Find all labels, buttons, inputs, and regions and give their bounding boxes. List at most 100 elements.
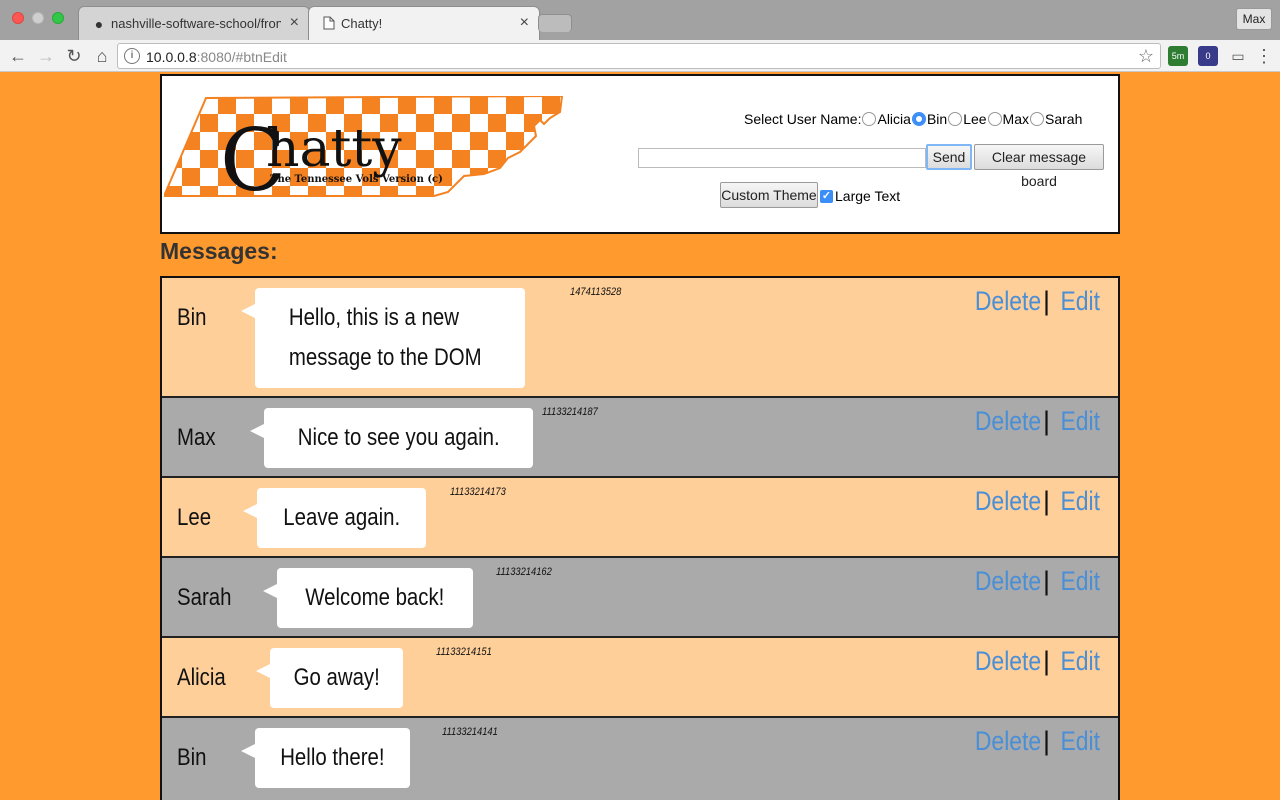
- chatty-logo: C hatty The Tennessee Vols Version (c): [164, 96, 564, 198]
- message-actions: Delete| Edit: [969, 646, 1104, 677]
- delete-link[interactable]: Delete: [975, 286, 1041, 317]
- tab-title: nashville-software-school/fron: [111, 16, 281, 31]
- message-row: Bin Hello there! 11133214141 Delete| Edi…: [162, 718, 1118, 800]
- extension-5m-icon[interactable]: 5m: [1168, 46, 1188, 66]
- profile-button[interactable]: Max: [1236, 8, 1272, 30]
- message-bubble: Leave again.: [242, 488, 427, 548]
- large-text-label: Large Text: [835, 188, 901, 204]
- url-text: 10.0.0.8:8080/#btnEdit: [146, 49, 287, 65]
- new-tab-button[interactable]: [538, 14, 572, 32]
- message-author: Lee: [177, 504, 212, 531]
- close-tab-icon[interactable]: ×: [290, 14, 299, 31]
- radio-label: Lee: [963, 111, 987, 127]
- svg-text:hatty: hatty: [266, 119, 402, 179]
- message-actions: Delete| Edit: [969, 566, 1104, 597]
- message-row: Alicia Go away! 11133214151 Delete| Edit: [162, 638, 1118, 718]
- messages-heading: Messages:: [160, 238, 278, 264]
- message-actions: Delete| Edit: [969, 406, 1104, 437]
- large-text-toggle[interactable]: ✓ Large Text: [820, 188, 900, 204]
- message-timestamp: 11133214141: [442, 726, 498, 738]
- forward-arrow-icon[interactable]: →: [34, 44, 58, 68]
- tab-chatty[interactable]: Chatty! ×: [308, 6, 540, 40]
- delete-link[interactable]: Delete: [975, 566, 1041, 597]
- message-actions: Delete| Edit: [969, 286, 1104, 317]
- separator: |: [1042, 646, 1050, 676]
- message-bubble: Hello, this is a new message to the DOM: [241, 288, 525, 388]
- user-select-group: Select User Name: Alicia Bin Lee Max Sar…: [744, 110, 1082, 128]
- message-bubble: Welcome back!: [263, 568, 473, 628]
- message-row: Bin Hello, this is a new message to the …: [162, 278, 1118, 398]
- message-timestamp: 11133214187: [542, 406, 598, 418]
- message-timestamp: 11133214162: [496, 566, 552, 578]
- address-bar[interactable]: i 10.0.0.8:8080/#btnEdit ☆: [117, 43, 1161, 69]
- separator: |: [1042, 726, 1050, 756]
- close-window-button[interactable]: [12, 12, 24, 24]
- message-input[interactable]: [638, 148, 926, 168]
- tab-github[interactable]: ● nashville-software-school/fron ×: [78, 6, 310, 40]
- select-user-label: Select User Name:: [744, 111, 862, 127]
- radio-lee[interactable]: [948, 112, 963, 126]
- github-icon: ●: [94, 16, 104, 32]
- radio-label: Bin: [926, 111, 948, 127]
- edit-link[interactable]: Edit: [1061, 566, 1101, 597]
- send-button[interactable]: Send: [926, 144, 972, 170]
- message-row: Sarah Welcome back! 11133214162 Delete| …: [162, 558, 1118, 638]
- reload-icon[interactable]: ↻: [62, 44, 86, 68]
- delete-link[interactable]: Delete: [975, 646, 1041, 677]
- radio-sarah[interactable]: [1030, 112, 1044, 126]
- message-timestamp: 11133214151: [436, 646, 492, 658]
- message-author: Bin: [177, 744, 207, 771]
- svg-text:The Tennessee Vols Version (c): The Tennessee Vols Version (c): [270, 174, 443, 185]
- separator: |: [1042, 566, 1050, 596]
- delete-link[interactable]: Delete: [975, 406, 1041, 437]
- extension-ghostery-icon[interactable]: 0: [1198, 46, 1218, 66]
- message-author: Sarah: [177, 584, 232, 611]
- message-author: Alicia: [177, 664, 226, 691]
- edit-link[interactable]: Edit: [1061, 406, 1101, 437]
- delete-link[interactable]: Delete: [975, 486, 1041, 517]
- message-row: Lee Leave again. 11133214173 Delete| Edi…: [162, 478, 1118, 558]
- browser-tab-bar: ● nashville-software-school/fron × Chatt…: [0, 0, 1280, 40]
- radio-label: Max: [1002, 111, 1029, 127]
- message-bubble: Hello there!: [241, 728, 410, 788]
- minimize-window-button[interactable]: [32, 12, 44, 24]
- radio-label: Alicia: [877, 111, 911, 127]
- message-timestamp: 11133214173: [450, 486, 506, 498]
- message-row: Max Nice to see you again. 11133214187 D…: [162, 398, 1118, 478]
- home-icon[interactable]: ⌂: [90, 44, 114, 68]
- message-board: Bin Hello, this is a new message to the …: [160, 276, 1120, 800]
- radio-alicia[interactable]: [862, 112, 877, 126]
- clear-board-button[interactable]: Clear message board: [974, 144, 1104, 189]
- message-author: Max: [177, 424, 216, 451]
- info-icon[interactable]: i: [124, 48, 140, 64]
- message-bubble: Nice to see you again.: [249, 408, 534, 468]
- radio-bin[interactable]: [911, 112, 926, 126]
- message-actions: Delete| Edit: [969, 726, 1104, 757]
- tab-title: Chatty!: [341, 16, 383, 31]
- edit-link[interactable]: Edit: [1061, 286, 1101, 317]
- separator: |: [1042, 486, 1050, 516]
- checkbox-checked-icon[interactable]: ✓: [820, 189, 833, 203]
- message-actions: Delete| Edit: [969, 486, 1104, 517]
- back-arrow-icon[interactable]: ←: [6, 44, 30, 68]
- radio-label: Sarah: [1045, 111, 1083, 127]
- radio-max[interactable]: [987, 112, 1002, 126]
- edit-link[interactable]: Edit: [1061, 726, 1101, 757]
- delete-link[interactable]: Delete: [975, 726, 1041, 757]
- cast-icon[interactable]: ▭: [1226, 44, 1250, 68]
- browser-toolbar: ← → ↻ ⌂ i 10.0.0.8:8080/#btnEdit ☆ 5m 0 …: [0, 40, 1280, 72]
- maximize-window-button[interactable]: [52, 12, 64, 24]
- bookmark-star-icon[interactable]: ☆: [1138, 46, 1154, 66]
- message-bubble: Go away!: [255, 648, 404, 708]
- edit-link[interactable]: Edit: [1061, 646, 1101, 677]
- menu-icon[interactable]: ⋮: [1252, 44, 1276, 68]
- message-author: Bin: [177, 304, 207, 331]
- separator: |: [1042, 286, 1050, 316]
- close-tab-icon[interactable]: ×: [520, 14, 529, 31]
- message-timestamp: 1474113528: [570, 286, 622, 298]
- edit-link[interactable]: Edit: [1061, 486, 1101, 517]
- custom-theme-button[interactable]: Custom Theme: [720, 182, 818, 208]
- page-icon: [321, 16, 337, 32]
- separator: |: [1042, 406, 1050, 436]
- header-panel: C hatty The Tennessee Vols Version (c) S…: [160, 74, 1120, 234]
